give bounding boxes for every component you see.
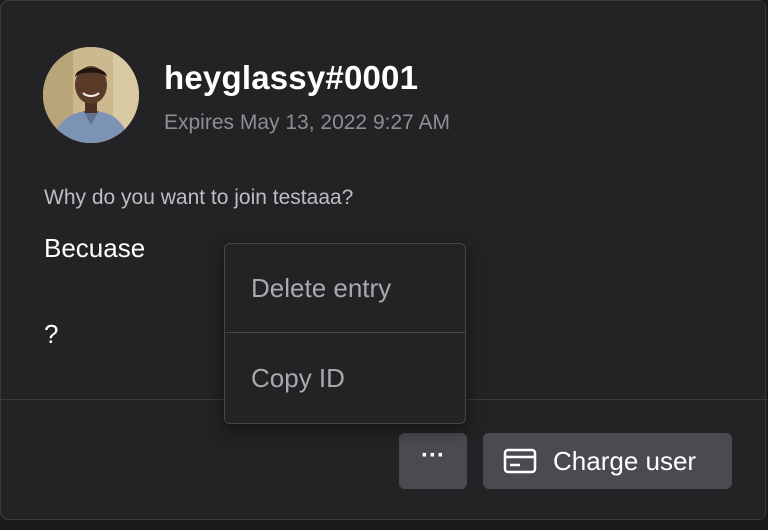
more-options-button[interactable]: ··· (399, 433, 467, 489)
application-card: heyglassy#0001 Expires May 13, 2022 9:27… (0, 0, 767, 520)
ellipsis-icon: ··· (421, 442, 445, 469)
charge-user-label: Charge user (553, 445, 697, 476)
user-avatar[interactable] (43, 47, 139, 143)
application-question: Why do you want to join testaaa? (44, 186, 354, 209)
application-answer-line: Becuase (44, 233, 146, 263)
username: heyglassy#0001 (164, 59, 419, 96)
menu-item-delete-entry[interactable]: Delete entry (225, 244, 465, 333)
expiry-timestamp: Expires May 13, 2022 9:27 AM (164, 111, 450, 134)
application-answer-line: ? (44, 319, 59, 349)
charge-user-button[interactable]: Charge user (483, 433, 732, 489)
avatar-photo-icon (43, 47, 139, 143)
credit-card-icon (503, 448, 537, 474)
context-menu: Delete entry Copy ID (224, 243, 466, 424)
menu-item-copy-id[interactable]: Copy ID (225, 334, 465, 423)
